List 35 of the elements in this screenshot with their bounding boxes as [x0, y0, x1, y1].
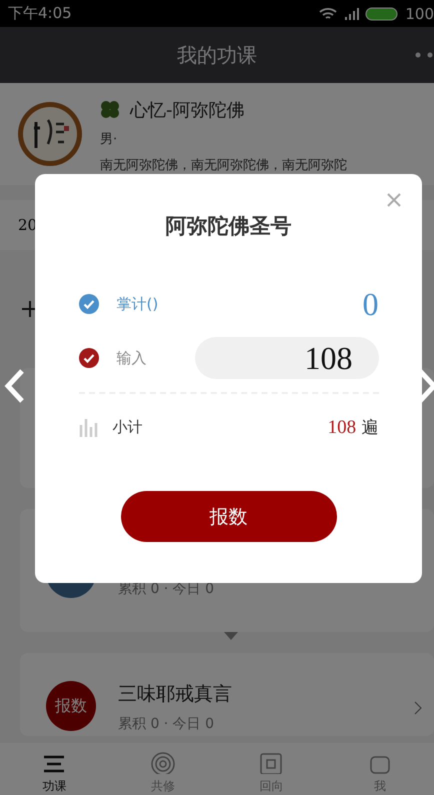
practice-stats: 累积 0 · 今日 0 [118, 715, 216, 733]
signal-icon [343, 6, 360, 20]
status-time: 下午4:05 [8, 4, 72, 23]
tab[interactable]: 功课 [0, 743, 108, 795]
wifi-icon [319, 6, 338, 20]
chevron-left-icon[interactable] [4, 368, 26, 404]
subtotal-label: 小计 [112, 418, 142, 437]
user-name: 心忆-阿弥陀佛 [130, 99, 244, 122]
user-gender: 男· [100, 131, 118, 148]
practice-title: 三味耶戒真言 [118, 682, 232, 707]
report-button[interactable]: 报数 [120, 491, 336, 542]
count-input[interactable]: 108 [194, 337, 378, 379]
tab[interactable]: 回向 [217, 743, 326, 795]
report-badge[interactable]: 报数 [46, 681, 96, 731]
chevron-right-icon [414, 701, 422, 715]
battery-icon [365, 6, 400, 20]
battery-level: 100 [405, 4, 434, 22]
tab[interactable]: 我 [326, 743, 434, 795]
tab[interactable]: 共修 [108, 743, 217, 795]
practice-card[interactable]: 报数 三味耶戒真言 累积 0 · 今日 0 [20, 653, 434, 736]
clover-icon [100, 100, 120, 120]
mode-label: 掌计() [116, 294, 158, 314]
dialog-title: 阿弥陀佛圣号 [166, 213, 292, 240]
subtotal-value: 108 遍 [328, 416, 378, 439]
more-icon[interactable] [414, 52, 434, 58]
check-icon[interactable] [78, 294, 98, 314]
user-motto: 南无阿弥陀佛，南无阿弥陀佛，南无阿弥陀 [100, 157, 347, 174]
page-title: 我的功课 [177, 42, 257, 68]
mode-label: 输入 [116, 348, 146, 368]
target-icon [150, 751, 176, 774]
check-icon[interactable] [78, 348, 98, 368]
plus-icon[interactable] [22, 301, 38, 317]
close-icon[interactable] [386, 192, 402, 208]
count-value: 0 [362, 286, 378, 322]
bar-chart-icon [78, 418, 98, 436]
